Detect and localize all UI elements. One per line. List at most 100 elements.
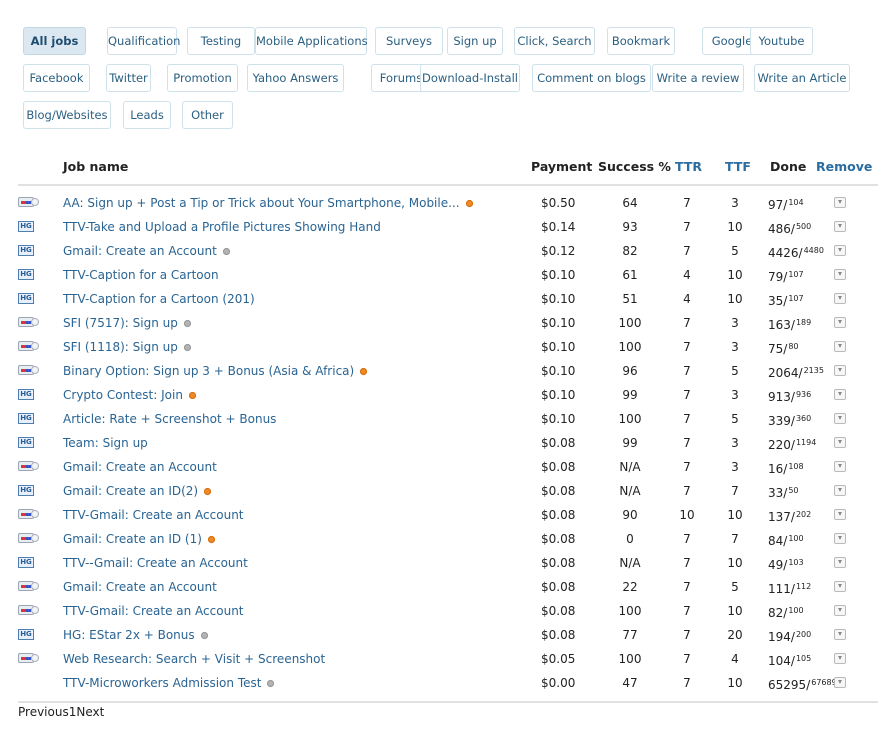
job-name-link[interactable]: Gmail: Create an Account xyxy=(63,239,230,263)
job-toggle-icon[interactable] xyxy=(18,197,39,208)
header-payment[interactable]: Payment xyxy=(531,150,592,183)
remove-job-icon[interactable] xyxy=(834,197,846,208)
job-name-text[interactable]: SFI (7517): Sign up xyxy=(63,316,178,330)
job-name-link[interactable]: SFI (1118): Sign up xyxy=(63,335,191,359)
remove-job-icon[interactable] xyxy=(834,461,846,472)
job-toggle-icon[interactable] xyxy=(18,509,39,520)
filter-twitter[interactable]: Twitter xyxy=(106,64,151,92)
job-name-link[interactable]: SFI (7517): Sign up xyxy=(63,311,191,335)
job-name-link[interactable]: Gmail: Create an Account xyxy=(63,575,217,599)
remove-job-icon[interactable] xyxy=(834,653,846,664)
job-toggle-icon[interactable] xyxy=(18,653,39,664)
job-name-link[interactable]: Gmail: Create an Account xyxy=(63,455,217,479)
job-name-link[interactable]: TTV-Gmail: Create an Account xyxy=(63,599,244,623)
filter-other[interactable]: Other xyxy=(182,101,233,129)
filter-promotion[interactable]: Promotion xyxy=(167,64,238,92)
remove-job-icon[interactable] xyxy=(834,221,846,232)
job-toggle-icon[interactable] xyxy=(18,461,39,472)
job-name-link[interactable]: TTV-Gmail: Create an Account xyxy=(63,503,244,527)
job-name-text[interactable]: TTV-Microworkers Admission Test xyxy=(63,676,261,690)
filter-yahoo-answers[interactable]: Yahoo Answers xyxy=(247,64,344,92)
remove-job-icon[interactable] xyxy=(834,605,846,616)
filter-write-an-article[interactable]: Write an Article xyxy=(754,64,850,92)
job-toggle-icon[interactable] xyxy=(18,581,39,592)
job-name-link[interactable]: AA: Sign up + Post a Tip or Trick about … xyxy=(63,191,473,215)
remove-job-icon[interactable] xyxy=(834,317,846,328)
header-ttf[interactable]: TTF xyxy=(725,150,751,183)
job-name-link[interactable]: Gmail: Create an ID(2) xyxy=(63,479,212,503)
remove-job-icon[interactable] xyxy=(834,437,846,448)
job-name-text[interactable]: TTV-Gmail: Create an Account xyxy=(63,508,244,522)
remove-job-icon[interactable] xyxy=(834,485,846,496)
job-name-text[interactable]: Gmail: Create an ID (1) xyxy=(63,532,202,546)
job-name-text[interactable]: SFI (1118): Sign up xyxy=(63,340,178,354)
job-name-text[interactable]: Gmail: Create an Account xyxy=(63,460,217,474)
remove-job-icon[interactable] xyxy=(834,629,846,640)
job-name-text[interactable]: Gmail: Create an Account xyxy=(63,244,217,258)
filter-mobile-applications[interactable]: Mobile Applications xyxy=(255,27,368,55)
job-name-text[interactable]: HG: EStar 2x + Bonus xyxy=(63,628,195,642)
filter-leads[interactable]: Leads xyxy=(123,101,171,129)
job-name-link[interactable]: HG: EStar 2x + Bonus xyxy=(63,623,208,647)
filter-surveys[interactable]: Surveys xyxy=(375,27,443,55)
remove-job-icon[interactable] xyxy=(834,509,846,520)
remove-job-icon[interactable] xyxy=(834,533,846,544)
job-name-link[interactable]: Gmail: Create an ID (1) xyxy=(63,527,215,551)
previous-page-link[interactable]: Previous xyxy=(18,705,69,719)
filter-bookmark[interactable]: Bookmark xyxy=(607,27,675,55)
remove-job-icon[interactable] xyxy=(834,245,846,256)
job-name-text[interactable]: Binary Option: Sign up 3 + Bonus (Asia &… xyxy=(63,364,354,378)
header-done[interactable]: Done xyxy=(770,150,806,183)
filter-facebook[interactable]: Facebook xyxy=(23,64,90,92)
filter-blog-websites[interactable]: Blog/Websites xyxy=(23,101,111,129)
job-toggle-icon[interactable] xyxy=(18,341,39,352)
job-toggle-icon[interactable] xyxy=(18,317,39,328)
job-name-link[interactable]: TTV-Take and Upload a Profile Pictures S… xyxy=(63,215,381,239)
header-success[interactable]: Success % xyxy=(598,150,671,183)
job-toggle-icon[interactable] xyxy=(18,605,39,616)
header-ttr[interactable]: TTR xyxy=(675,150,702,183)
filter-write-a-review[interactable]: Write a review xyxy=(652,64,744,92)
filter-click-search[interactable]: Click, Search xyxy=(514,27,595,55)
job-name-text[interactable]: TTV-Gmail: Create an Account xyxy=(63,604,244,618)
filter-youtube[interactable]: Youtube xyxy=(750,27,813,55)
job-name-link[interactable]: Web Research: Search + Visit + Screensho… xyxy=(63,647,325,671)
filter-testing[interactable]: Testing xyxy=(187,27,255,55)
filter-comment-on-blogs[interactable]: Comment on blogs xyxy=(532,64,651,92)
remove-job-icon[interactable] xyxy=(834,677,846,688)
job-name-text[interactable]: Gmail: Create an ID(2) xyxy=(63,484,198,498)
filter-sign-up[interactable]: Sign up xyxy=(447,27,503,55)
job-toggle-icon[interactable] xyxy=(18,533,39,544)
job-name-text[interactable]: TTV-Take and Upload a Profile Pictures S… xyxy=(63,220,381,234)
next-page-link[interactable]: Next xyxy=(76,705,104,719)
filter-all-jobs[interactable]: All jobs xyxy=(23,27,86,55)
remove-job-icon[interactable] xyxy=(834,557,846,568)
remove-job-icon[interactable] xyxy=(834,269,846,280)
job-name-link[interactable]: Team: Sign up xyxy=(63,431,148,455)
job-name-text[interactable]: TTV--Gmail: Create an Account xyxy=(63,556,248,570)
job-name-text[interactable]: AA: Sign up + Post a Tip or Trick about … xyxy=(63,196,460,210)
job-name-link[interactable]: TTV-Microworkers Admission Test xyxy=(63,671,275,695)
job-name-link[interactable]: Binary Option: Sign up 3 + Bonus (Asia &… xyxy=(63,359,368,383)
remove-job-icon[interactable] xyxy=(834,365,846,376)
filter-download-install[interactable]: Download-Install xyxy=(420,64,520,92)
remove-job-icon[interactable] xyxy=(834,341,846,352)
job-name-link[interactable]: Article: Rate + Screenshot + Bonus xyxy=(63,407,276,431)
job-name-text[interactable]: Team: Sign up xyxy=(63,436,148,450)
remove-job-icon[interactable] xyxy=(834,413,846,424)
job-name-text[interactable]: TTV-Caption for a Cartoon xyxy=(63,268,219,282)
job-name-link[interactable]: TTV--Gmail: Create an Account xyxy=(63,551,248,575)
job-name-text[interactable]: Web Research: Search + Visit + Screensho… xyxy=(63,652,325,666)
remove-job-icon[interactable] xyxy=(834,389,846,400)
job-name-text[interactable]: TTV-Caption for a Cartoon (201) xyxy=(63,292,255,306)
filter-qualification[interactable]: Qualification xyxy=(107,27,180,55)
job-name-text[interactable]: Crypto Contest: Join xyxy=(63,388,183,402)
job-name-link[interactable]: TTV-Caption for a Cartoon xyxy=(63,263,219,287)
job-name-link[interactable]: TTV-Caption for a Cartoon (201) xyxy=(63,287,255,311)
job-name-text[interactable]: Article: Rate + Screenshot + Bonus xyxy=(63,412,276,426)
job-name-link[interactable]: Crypto Contest: Join xyxy=(63,383,196,407)
remove-job-icon[interactable] xyxy=(834,581,846,592)
job-name-text[interactable]: Gmail: Create an Account xyxy=(63,580,217,594)
remove-job-icon[interactable] xyxy=(834,293,846,304)
job-toggle-icon[interactable] xyxy=(18,365,39,376)
